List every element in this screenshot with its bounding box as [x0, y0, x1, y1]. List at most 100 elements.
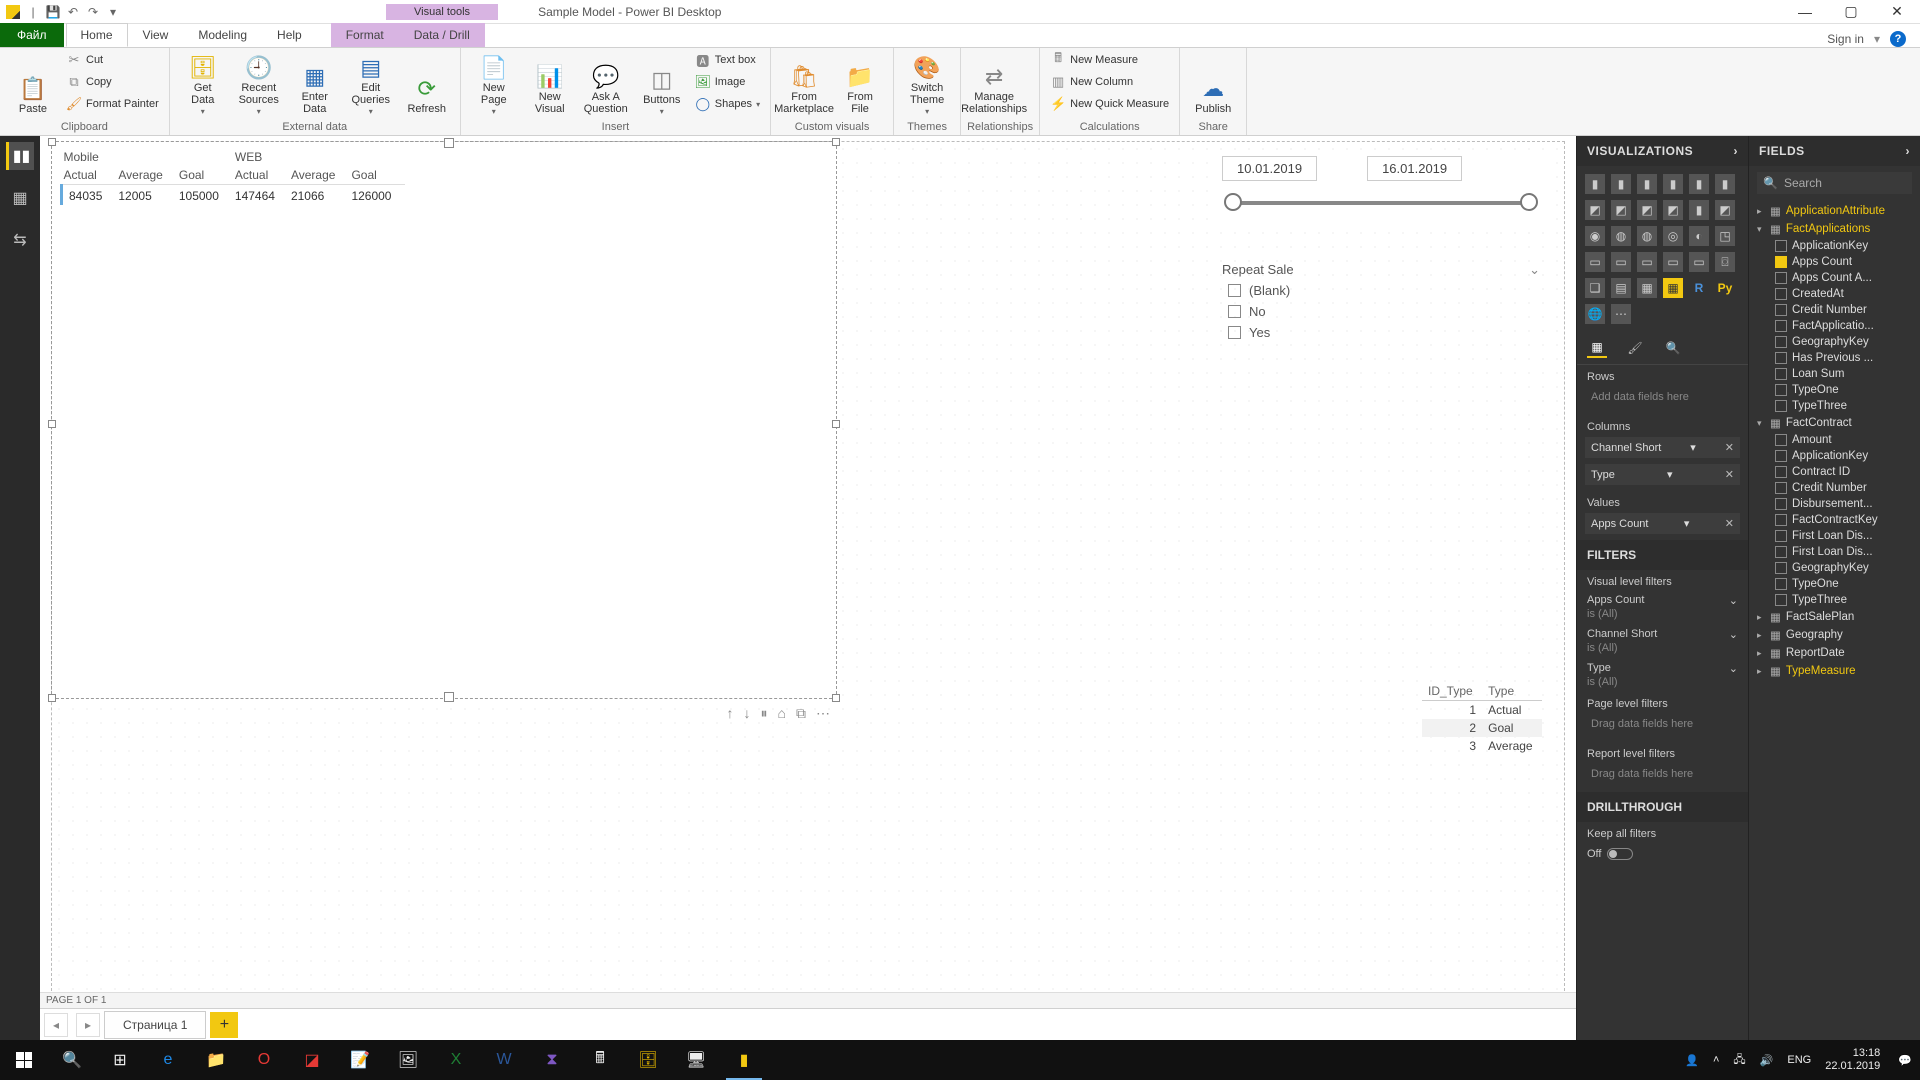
- taskbar-app-explorer[interactable]: 📁: [192, 1040, 240, 1080]
- field-checkbox[interactable]: [1775, 530, 1787, 542]
- slider-knob-to[interactable]: [1520, 193, 1538, 211]
- get-data-button[interactable]: 🗄Get Data: [176, 50, 230, 118]
- fields-column-node[interactable]: GeographyKey: [1753, 334, 1916, 350]
- tab-help[interactable]: Help: [262, 23, 317, 47]
- tab-modeling[interactable]: Modeling: [183, 23, 262, 47]
- well-item-menu-icon[interactable]: ▾: [1690, 441, 1696, 454]
- field-checkbox[interactable]: [1775, 352, 1787, 364]
- recent-sources-button[interactable]: 🕘Recent Sources: [232, 50, 286, 118]
- tray-volume-icon[interactable]: 🔊: [1760, 1054, 1774, 1067]
- chevron-down-icon[interactable]: ⌄: [1729, 662, 1738, 675]
- taskbar-app-acrobat[interactable]: ◪: [288, 1040, 336, 1080]
- focus-mode-icon[interactable]: ⧉: [796, 705, 806, 722]
- taskbar-app-word[interactable]: W: [480, 1040, 528, 1080]
- field-checkbox[interactable]: [1775, 400, 1787, 412]
- tab-data-drill[interactable]: Data / Drill: [399, 23, 485, 47]
- viz-type-icon[interactable]: ▭: [1585, 252, 1605, 272]
- fields-column-node[interactable]: ApplicationKey: [1753, 448, 1916, 464]
- viz-type-icon[interactable]: ◩: [1637, 200, 1657, 220]
- fields-column-node[interactable]: Credit Number: [1753, 302, 1916, 318]
- add-page-button[interactable]: +: [210, 1012, 238, 1038]
- viz-type-icon[interactable]: ▮: [1611, 174, 1631, 194]
- viz-type-icon[interactable]: ▮: [1689, 200, 1709, 220]
- field-checkbox[interactable]: [1775, 256, 1787, 268]
- slider-knob-from[interactable]: [1224, 193, 1242, 211]
- qat-dropdown-icon[interactable]: ▾: [106, 5, 120, 19]
- field-checkbox[interactable]: [1775, 368, 1787, 380]
- remove-item-icon[interactable]: ✕: [1725, 468, 1734, 481]
- expand-caret-icon[interactable]: ▸: [1757, 206, 1765, 217]
- fields-well-tab-icon[interactable]: ▦: [1587, 338, 1607, 358]
- viz-type-icon[interactable]: ▦: [1663, 278, 1683, 298]
- values-well-item[interactable]: Apps Count▾✕: [1585, 513, 1740, 534]
- tray-notifications-icon[interactable]: 💬: [1898, 1054, 1912, 1067]
- matrix-visual[interactable]: Mobile WEB Actual Average Goal Actual Av…: [52, 142, 836, 698]
- report-canvas[interactable]: Mobile WEB Actual Average Goal Actual Av…: [52, 142, 1564, 1000]
- fields-table-node[interactable]: ▾▦FactApplications: [1753, 220, 1916, 238]
- well-item-menu-icon[interactable]: ▾: [1684, 517, 1690, 530]
- field-checkbox[interactable]: [1775, 466, 1787, 478]
- viz-type-icon[interactable]: ▮: [1637, 174, 1657, 194]
- fields-column-node[interactable]: CreatedAt: [1753, 286, 1916, 302]
- from-file-button[interactable]: 📁From File: [833, 50, 887, 118]
- pin-icon[interactable]: ⌂: [778, 705, 786, 722]
- fields-column-node[interactable]: Apps Count A...: [1753, 270, 1916, 286]
- undo-icon[interactable]: ↶: [66, 5, 80, 19]
- field-checkbox[interactable]: [1775, 562, 1787, 574]
- checkbox-icon[interactable]: [1228, 284, 1241, 297]
- fields-column-node[interactable]: GeographyKey: [1753, 560, 1916, 576]
- help-icon[interactable]: ?: [1890, 31, 1906, 47]
- field-checkbox[interactable]: [1775, 384, 1787, 396]
- fields-column-node[interactable]: Credit Number: [1753, 480, 1916, 496]
- taskbar-search-icon[interactable]: 🔍: [48, 1040, 96, 1080]
- field-checkbox[interactable]: [1775, 434, 1787, 446]
- rows-well-dropzone[interactable]: Add data fields here: [1585, 387, 1740, 407]
- fields-table-node[interactable]: ▸▦ReportDate: [1753, 644, 1916, 662]
- field-checkbox[interactable]: [1775, 498, 1787, 510]
- tab-format[interactable]: Format: [331, 23, 399, 47]
- fields-column-node[interactable]: Loan Sum: [1753, 366, 1916, 382]
- model-view-icon[interactable]: ⇆: [6, 226, 34, 254]
- viz-type-icon[interactable]: ▮: [1585, 174, 1605, 194]
- fields-column-node[interactable]: FactApplicatio...: [1753, 318, 1916, 334]
- drill-down-icon[interactable]: ↓: [744, 705, 751, 722]
- edit-queries-button[interactable]: ▤Edit Queries: [344, 50, 398, 118]
- viz-type-icon[interactable]: ▭: [1637, 252, 1657, 272]
- more-options-icon[interactable]: ⋯: [816, 705, 830, 722]
- viz-type-icon[interactable]: ◩: [1585, 200, 1605, 220]
- tab-home[interactable]: Home: [66, 23, 128, 47]
- viz-type-icon[interactable]: R: [1689, 278, 1709, 298]
- chevron-down-icon[interactable]: ⌄: [1729, 594, 1738, 607]
- viz-type-icon[interactable]: ◉: [1585, 226, 1605, 246]
- page-tab-1[interactable]: Страница 1: [104, 1011, 206, 1039]
- fields-column-node[interactable]: FactContractKey: [1753, 512, 1916, 528]
- fields-column-node[interactable]: First Loan Dis...: [1753, 528, 1916, 544]
- close-button[interactable]: ✕: [1874, 0, 1920, 24]
- tray-clock[interactable]: 13:18 22.01.2019: [1825, 1047, 1884, 1072]
- signin-link[interactable]: Sign in: [1827, 32, 1864, 46]
- report-view-icon[interactable]: ▮▮: [6, 142, 34, 170]
- columns-well-item[interactable]: Type▾✕: [1585, 464, 1740, 485]
- date-slider[interactable]: [1224, 189, 1538, 217]
- viz-type-icon[interactable]: Py: [1715, 278, 1735, 298]
- switch-theme-button[interactable]: 🎨Switch Theme: [900, 50, 954, 118]
- viz-type-icon[interactable]: ◩: [1663, 200, 1683, 220]
- shapes-button[interactable]: ◯Shapes: [691, 94, 764, 114]
- fields-table-node[interactable]: ▾▦FactContract: [1753, 414, 1916, 432]
- task-view-icon[interactable]: ⊞: [96, 1040, 144, 1080]
- buttons-button[interactable]: ◫Buttons: [635, 50, 689, 118]
- tray-people-icon[interactable]: 👤: [1685, 1054, 1699, 1067]
- field-checkbox[interactable]: [1775, 482, 1787, 494]
- taskbar-app-sql[interactable]: 🗄: [624, 1040, 672, 1080]
- start-button[interactable]: [0, 1040, 48, 1080]
- viz-type-icon[interactable]: ◐: [1689, 226, 1709, 246]
- taskbar-app-calculator[interactable]: 🖩: [576, 1040, 624, 1080]
- slicer-dropdown-icon[interactable]: ⌄: [1529, 262, 1540, 278]
- format-painter-button[interactable]: 🖌Format Painter: [62, 94, 163, 114]
- collapse-icon[interactable]: ›: [1734, 144, 1739, 158]
- manage-relationships-button[interactable]: ⇄Manage Relationships: [967, 50, 1021, 118]
- ask-question-button[interactable]: 💬Ask A Question: [579, 50, 633, 118]
- repeat-option-blank[interactable]: (Blank): [1216, 280, 1546, 301]
- chevron-down-icon[interactable]: ⌄: [1729, 628, 1738, 641]
- date-slicer-visual[interactable]: 10.01.2019 16.01.2019: [1216, 152, 1546, 224]
